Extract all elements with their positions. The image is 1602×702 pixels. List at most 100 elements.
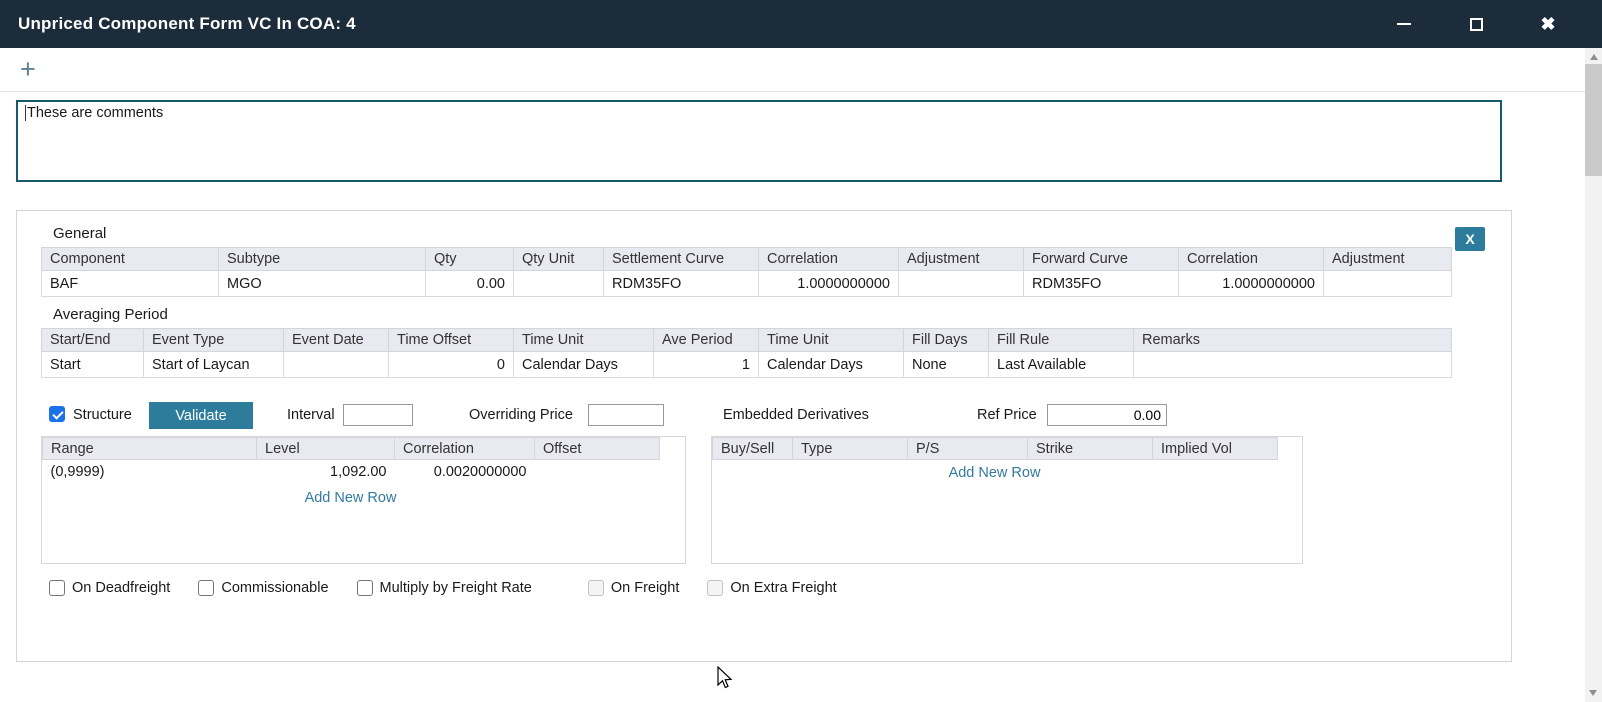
scroll-down-icon[interactable] xyxy=(1589,690,1597,696)
minimize-button[interactable] xyxy=(1394,14,1414,34)
scrollbar-thumb[interactable] xyxy=(1585,64,1602,176)
window-title: Unpriced Component Form VC In COA: 4 xyxy=(0,14,356,34)
avg-header-ave-time-unit: Time Unit xyxy=(759,329,904,352)
range-table-container: Range Level Correlation Offset (0,9999) … xyxy=(41,436,686,564)
range-table: Range Level Correlation Offset (0,9999) … xyxy=(42,437,660,485)
general-header-settlement-curve: Settlement Curve xyxy=(604,248,759,271)
ref-price-input[interactable] xyxy=(1047,404,1167,426)
general-cell-component[interactable]: BAF xyxy=(42,271,219,297)
add-icon[interactable]: + xyxy=(20,48,36,90)
averaging-period-table: Start/End Event Type Event Date Time Off… xyxy=(41,328,1452,378)
general-header-qty: Qty xyxy=(426,248,514,271)
deriv-header-type: Type xyxy=(793,438,908,460)
comments-textarea[interactable]: These are comments xyxy=(16,100,1502,182)
validate-button[interactable]: Validate xyxy=(149,402,253,429)
derivatives-add-new-row-link[interactable]: Add New Row xyxy=(712,465,1277,481)
structure-checkbox[interactable] xyxy=(49,406,65,422)
structure-controls-row: Structure Validate Interval Overriding P… xyxy=(41,402,1487,432)
avg-header-fill-days: Fill Days xyxy=(904,329,989,352)
general-cell-qty: 0.00 xyxy=(426,271,514,297)
range-cell-range[interactable]: (0,9999) xyxy=(43,460,257,485)
on-extra-freight-checkbox: On Extra Freight xyxy=(707,580,836,596)
general-section-title: General xyxy=(53,225,1487,242)
range-row: (0,9999) 1,092.00 0.0020000000 xyxy=(43,460,660,485)
avg-header-remarks: Remarks xyxy=(1134,329,1452,352)
remove-component-button[interactable]: X xyxy=(1455,227,1485,251)
avg-header-start-end: Start/End xyxy=(42,329,144,352)
averaging-period-title: Averaging Period xyxy=(53,306,1487,323)
on-deadfreight-checkbox[interactable]: On Deadfreight xyxy=(49,580,170,596)
range-cell-offset[interactable] xyxy=(535,460,660,485)
ref-price-label: Ref Price xyxy=(977,407,1037,423)
avg-header-time-unit: Time Unit xyxy=(514,329,654,352)
range-cell-correlation[interactable]: 0.0020000000 xyxy=(395,460,535,485)
avg-header-time-offset: Time Offset xyxy=(389,329,514,352)
checkbox-icon xyxy=(357,580,373,596)
avg-cell-start-end[interactable]: Start xyxy=(42,352,144,378)
avg-header-event-type: Event Type xyxy=(144,329,284,352)
close-window-button[interactable]: ✖ xyxy=(1538,14,1558,34)
general-cell-settlement-curve[interactable]: RDM35FO xyxy=(604,271,759,297)
mouse-cursor-icon xyxy=(714,666,734,690)
avg-cell-ave-period[interactable]: 1 xyxy=(654,352,759,378)
derivatives-table: Buy/Sell Type P/S Strike Implied Vol xyxy=(712,437,1278,460)
avg-cell-event-type[interactable]: Start of Laycan xyxy=(144,352,284,378)
interval-input[interactable] xyxy=(343,404,413,426)
general-header-subtype: Subtype xyxy=(219,248,426,271)
component-panel: X General Component Subtype Qty Qty Unit… xyxy=(16,210,1512,662)
averaging-row: Start Start of Laycan 0 Calendar Days 1 … xyxy=(42,352,1452,378)
on-deadfreight-label: On Deadfreight xyxy=(72,580,170,596)
general-header-forward-curve: Forward Curve xyxy=(1024,248,1179,271)
general-cell-correlation[interactable]: 1.0000000000 xyxy=(759,271,899,297)
general-cell-qty-unit xyxy=(514,271,604,297)
avg-cell-time-unit[interactable]: Calendar Days xyxy=(514,352,654,378)
range-cell-level[interactable]: 1,092.00 xyxy=(257,460,395,485)
general-header-correlation: Correlation xyxy=(759,248,899,271)
general-header-forward-adjustment: Adjustment xyxy=(1324,248,1452,271)
general-cell-forward-curve[interactable]: RDM35FO xyxy=(1024,271,1179,297)
avg-header-fill-rule: Fill Rule xyxy=(989,329,1134,352)
derivatives-header-row: Buy/Sell Type P/S Strike Implied Vol xyxy=(713,438,1278,460)
general-cell-subtype[interactable]: MGO xyxy=(219,271,426,297)
general-row: BAF MGO 0.00 RDM35FO 1.0000000000 RDM35F… xyxy=(42,271,1452,297)
vertical-scrollbar[interactable] xyxy=(1585,48,1602,702)
deriv-header-strike: Strike xyxy=(1028,438,1153,460)
commissionable-label: Commissionable xyxy=(221,580,328,596)
derivatives-table-container: Buy/Sell Type P/S Strike Implied Vol Add… xyxy=(711,436,1303,564)
general-header-row: Component Subtype Qty Qty Unit Settlemen… xyxy=(42,248,1452,271)
avg-cell-time-offset[interactable]: 0 xyxy=(389,352,514,378)
overriding-price-label: Overriding Price xyxy=(469,407,573,423)
range-add-new-row-link[interactable]: Add New Row xyxy=(42,490,659,506)
structure-label: Structure xyxy=(73,407,132,423)
general-cell-forward-adjustment[interactable] xyxy=(1324,271,1452,297)
range-header-level: Level xyxy=(257,438,395,460)
flags-row: On Deadfreight Commissionable Multiply b… xyxy=(41,580,1487,596)
avg-cell-ave-time-unit[interactable]: Calendar Days xyxy=(759,352,904,378)
general-header-component: Component xyxy=(42,248,219,271)
checkbox-icon xyxy=(198,580,214,596)
averaging-header-row: Start/End Event Type Event Date Time Off… xyxy=(42,329,1452,352)
general-cell-adjustment[interactable] xyxy=(899,271,1024,297)
avg-cell-event-date xyxy=(284,352,389,378)
on-freight-checkbox: On Freight xyxy=(588,580,680,596)
avg-header-ave-period: Ave Period xyxy=(654,329,759,352)
overriding-price-input[interactable] xyxy=(588,404,664,426)
checkbox-icon xyxy=(49,580,65,596)
commissionable-checkbox[interactable]: Commissionable xyxy=(198,580,328,596)
minimize-icon xyxy=(1397,23,1411,25)
text-caret xyxy=(25,105,26,121)
on-freight-label: On Freight xyxy=(611,580,680,596)
general-table: Component Subtype Qty Qty Unit Settlemen… xyxy=(41,247,1452,297)
general-cell-forward-correlation[interactable]: 1.0000000000 xyxy=(1179,271,1324,297)
embedded-derivatives-label: Embedded Derivatives xyxy=(723,407,869,423)
scroll-up-icon[interactable] xyxy=(1590,54,1598,60)
interval-label: Interval xyxy=(287,407,335,423)
avg-cell-remarks[interactable] xyxy=(1134,352,1452,378)
avg-cell-fill-days[interactable]: None xyxy=(904,352,989,378)
maximize-button[interactable] xyxy=(1466,14,1486,34)
range-header-correlation: Correlation xyxy=(395,438,535,460)
avg-cell-fill-rule[interactable]: Last Available xyxy=(989,352,1134,378)
range-header-row: Range Level Correlation Offset xyxy=(43,438,660,460)
multiply-by-freight-rate-checkbox[interactable]: Multiply by Freight Rate xyxy=(357,580,532,596)
toolbar: + xyxy=(0,48,1585,92)
